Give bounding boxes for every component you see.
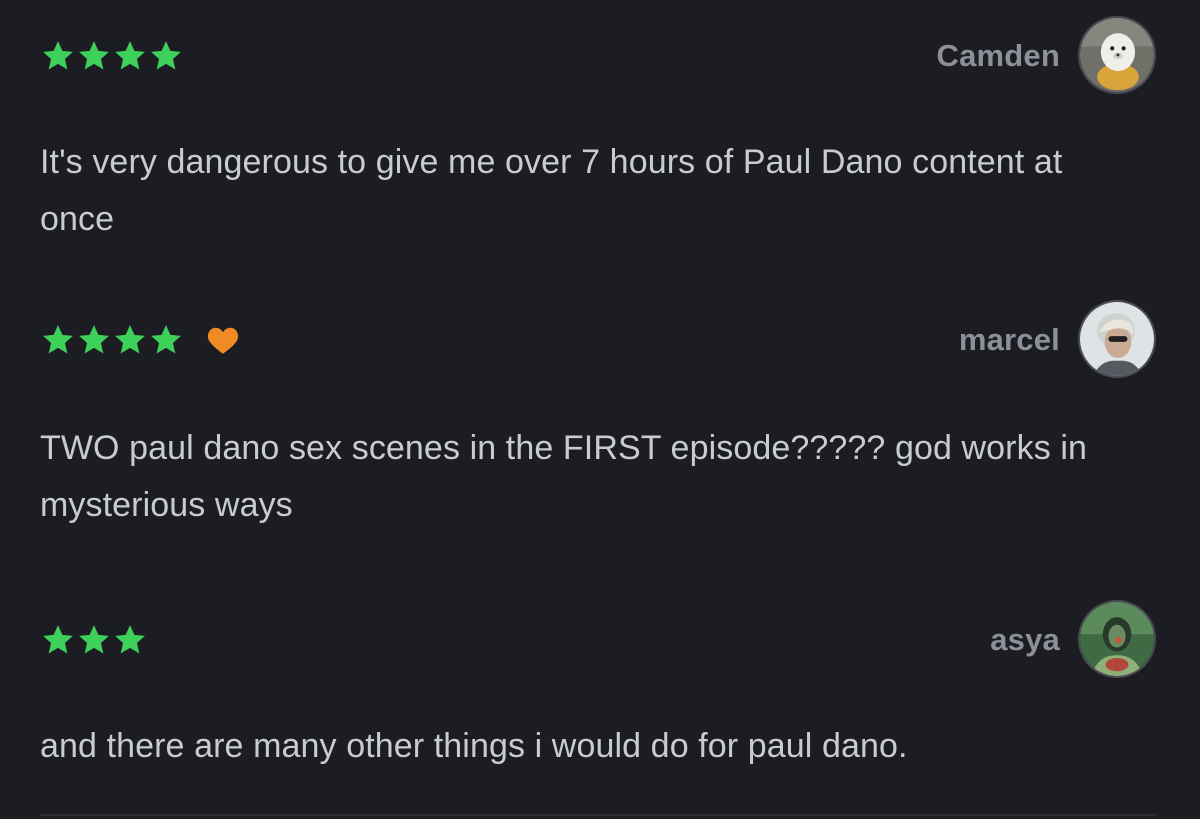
star-icon	[151, 41, 181, 70]
review-card[interactable]: asya and there are many other things i w…	[0, 590, 1200, 815]
star-icon	[43, 325, 73, 354]
star-icon	[115, 625, 145, 654]
star-icon	[79, 41, 109, 70]
star-rating	[40, 36, 184, 76]
review-card[interactable]: Camden It's very dangerous to give me ov…	[0, 0, 1200, 260]
star-icon	[79, 625, 109, 654]
review-text: It's very dangerous to give me over 7 ho…	[40, 143, 1063, 238]
star-icon	[115, 41, 145, 70]
person-sunglasses-avatar-icon	[1080, 302, 1154, 376]
star-icon	[43, 625, 73, 654]
review-author[interactable]: asya	[990, 622, 1060, 658]
review-text: and there are many other things i would …	[40, 727, 908, 765]
divider	[40, 814, 1156, 816]
avatar[interactable]	[1078, 16, 1156, 94]
star-rating	[40, 320, 240, 360]
avatar[interactable]	[1078, 300, 1156, 378]
review-author[interactable]: marcel	[959, 322, 1060, 358]
star-icon	[115, 325, 145, 354]
star-rating	[40, 620, 148, 660]
seal-avatar-icon	[1080, 18, 1154, 92]
review-card[interactable]: marcel TWO paul dano sex scenes in the F…	[0, 290, 1200, 550]
review-author[interactable]: Camden	[936, 38, 1060, 74]
star-icon	[43, 41, 73, 70]
star-icon	[151, 325, 181, 354]
avatar[interactable]	[1078, 600, 1156, 678]
heart-icon	[207, 327, 239, 354]
person-green-avatar-icon	[1080, 602, 1154, 676]
star-icon	[79, 325, 109, 354]
review-text: TWO paul dano sex scenes in the FIRST ep…	[40, 429, 1088, 524]
